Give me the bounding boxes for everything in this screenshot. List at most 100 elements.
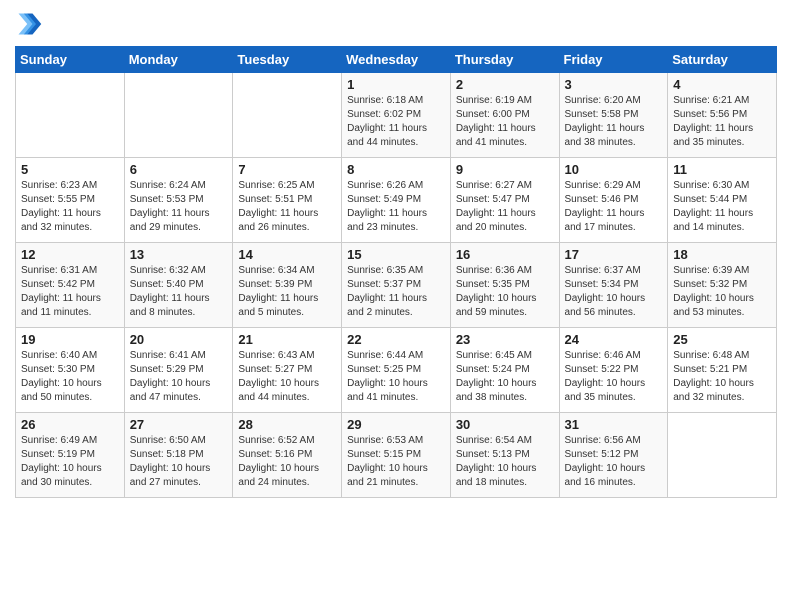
calendar-day-cell: 21 Sunrise: 6:43 AMSunset: 5:27 PMDayligh… [233,328,342,413]
day-number: 4 [673,77,771,92]
calendar-day-cell: 15 Sunrise: 6:35 AMSunset: 5:37 PMDayligh… [342,243,451,328]
day-info: Sunrise: 6:45 AMSunset: 5:24 PMDaylight:… [456,349,554,405]
day-info: Sunrise: 6:41 AMSunset: 5:29 PMDaylight:… [130,349,228,405]
day-info: Sunrise: 6:40 AMSunset: 5:30 PMDaylight:… [21,349,119,405]
calendar-day-cell: 11 Sunrise: 6:30 AMSunset: 5:44 PMDayligh… [668,158,777,243]
day-info: Sunrise: 6:52 AMSunset: 5:16 PMDaylight:… [238,434,336,490]
calendar-day-cell: 26Sunrise: 6:49 AMSunset: 5:19 PMDayligh… [16,413,125,498]
calendar-day-cell: 17 Sunrise: 6:37 AMSunset: 5:34 PMDayligh… [559,243,668,328]
weekday-header: Saturday [668,47,777,73]
calendar-day-cell: 30 Sunrise: 6:54 AMSunset: 5:13 PMDayligh… [450,413,559,498]
calendar-week-row: 19 Sunrise: 6:40 AMSunset: 5:30 PMDayligh… [16,328,777,413]
day-number: 12 [21,247,119,262]
calendar-day-cell [668,413,777,498]
calendar-day-cell: 6 Sunrise: 6:24 AMSunset: 5:53 PMDaylight… [124,158,233,243]
day-number: 3 [565,77,663,92]
calendar-day-cell: 7 Sunrise: 6:25 AMSunset: 5:51 PMDaylight… [233,158,342,243]
day-info: Sunrise: 6:36 AMSunset: 5:35 PMDaylight:… [456,264,554,320]
calendar-day-cell: 3 Sunrise: 6:20 AMSunset: 5:58 PMDaylight… [559,73,668,158]
weekday-header-row: SundayMondayTuesdayWednesdayThursdayFrid… [16,47,777,73]
calendar-day-cell: 2 Sunrise: 6:19 AMSunset: 6:00 PMDaylight… [450,73,559,158]
day-number: 28 [238,417,336,432]
calendar-week-row: 1Sunrise: 6:18 AMSunset: 6:02 PMDaylight… [16,73,777,158]
day-info: Sunrise: 6:34 AMSunset: 5:39 PMDaylight:… [238,264,336,320]
day-number: 24 [565,332,663,347]
day-number: 5 [21,162,119,177]
calendar-day-cell: 8Sunrise: 6:26 AMSunset: 5:49 PMDaylight… [342,158,451,243]
day-info: Sunrise: 6:24 AMSunset: 5:53 PMDaylight:… [130,179,228,235]
day-number: 16 [456,247,554,262]
page-header [15,10,777,38]
calendar-day-cell: 25Sunrise: 6:48 AMSunset: 5:21 PMDayligh… [668,328,777,413]
logo [15,10,47,38]
calendar-day-cell: 22 Sunrise: 6:44 AMSunset: 5:25 PMDayligh… [342,328,451,413]
day-number: 10 [565,162,663,177]
calendar-day-cell: 29Sunrise: 6:53 AMSunset: 5:15 PMDayligh… [342,413,451,498]
day-number: 17 [565,247,663,262]
day-number: 29 [347,417,445,432]
day-info: Sunrise: 6:19 AMSunset: 6:00 PMDaylight:… [456,94,554,150]
calendar-day-cell: 18 Sunrise: 6:39 AMSunset: 5:32 PMDayligh… [668,243,777,328]
day-info: Sunrise: 6:21 AMSunset: 5:56 PMDaylight:… [673,94,771,150]
weekday-header: Thursday [450,47,559,73]
day-info: Sunrise: 6:25 AMSunset: 5:51 PMDaylight:… [238,179,336,235]
calendar-day-cell [233,73,342,158]
calendar-day-cell: 5Sunrise: 6:23 AMSunset: 5:55 PMDaylight… [16,158,125,243]
day-number: 1 [347,77,445,92]
day-number: 7 [238,162,336,177]
day-number: 18 [673,247,771,262]
day-number: 11 [673,162,771,177]
calendar-day-cell: 27 Sunrise: 6:50 AMSunset: 5:18 PMDayligh… [124,413,233,498]
day-number: 30 [456,417,554,432]
day-info: Sunrise: 6:44 AMSunset: 5:25 PMDaylight:… [347,349,445,405]
calendar-day-cell: 31 Sunrise: 6:56 AMSunset: 5:12 PMDayligh… [559,413,668,498]
day-info: Sunrise: 6:43 AMSunset: 5:27 PMDaylight:… [238,349,336,405]
day-info: Sunrise: 6:29 AMSunset: 5:46 PMDaylight:… [565,179,663,235]
calendar-day-cell: 9 Sunrise: 6:27 AMSunset: 5:47 PMDaylight… [450,158,559,243]
weekday-header: Monday [124,47,233,73]
day-number: 20 [130,332,228,347]
day-number: 21 [238,332,336,347]
day-number: 31 [565,417,663,432]
day-info: Sunrise: 6:39 AMSunset: 5:32 PMDaylight:… [673,264,771,320]
day-number: 23 [456,332,554,347]
calendar-day-cell: 28 Sunrise: 6:52 AMSunset: 5:16 PMDayligh… [233,413,342,498]
day-number: 6 [130,162,228,177]
day-info: Sunrise: 6:54 AMSunset: 5:13 PMDaylight:… [456,434,554,490]
calendar-day-cell: 19 Sunrise: 6:40 AMSunset: 5:30 PMDayligh… [16,328,125,413]
calendar-week-row: 12Sunrise: 6:31 AMSunset: 5:42 PMDayligh… [16,243,777,328]
calendar-day-cell: 23 Sunrise: 6:45 AMSunset: 5:24 PMDayligh… [450,328,559,413]
calendar-week-row: 5Sunrise: 6:23 AMSunset: 5:55 PMDaylight… [16,158,777,243]
day-number: 19 [21,332,119,347]
day-number: 15 [347,247,445,262]
day-info: Sunrise: 6:56 AMSunset: 5:12 PMDaylight:… [565,434,663,490]
day-info: Sunrise: 6:48 AMSunset: 5:21 PMDaylight:… [673,349,771,405]
day-info: Sunrise: 6:50 AMSunset: 5:18 PMDaylight:… [130,434,228,490]
day-number: 13 [130,247,228,262]
day-info: Sunrise: 6:35 AMSunset: 5:37 PMDaylight:… [347,264,445,320]
weekday-header: Friday [559,47,668,73]
day-info: Sunrise: 6:20 AMSunset: 5:58 PMDaylight:… [565,94,663,150]
calendar-day-cell [124,73,233,158]
day-info: Sunrise: 6:27 AMSunset: 5:47 PMDaylight:… [456,179,554,235]
weekday-header: Wednesday [342,47,451,73]
day-info: Sunrise: 6:37 AMSunset: 5:34 PMDaylight:… [565,264,663,320]
day-number: 22 [347,332,445,347]
weekday-header: Sunday [16,47,125,73]
day-number: 2 [456,77,554,92]
day-info: Sunrise: 6:32 AMSunset: 5:40 PMDaylight:… [130,264,228,320]
calendar-week-row: 26Sunrise: 6:49 AMSunset: 5:19 PMDayligh… [16,413,777,498]
day-number: 27 [130,417,228,432]
calendar-day-cell: 16 Sunrise: 6:36 AMSunset: 5:35 PMDayligh… [450,243,559,328]
calendar-day-cell: 14 Sunrise: 6:34 AMSunset: 5:39 PMDayligh… [233,243,342,328]
day-number: 14 [238,247,336,262]
day-info: Sunrise: 6:46 AMSunset: 5:22 PMDaylight:… [565,349,663,405]
calendar-table: SundayMondayTuesdayWednesdayThursdayFrid… [15,46,777,498]
day-number: 8 [347,162,445,177]
day-info: Sunrise: 6:30 AMSunset: 5:44 PMDaylight:… [673,179,771,235]
calendar-day-cell [16,73,125,158]
calendar-day-cell: 20 Sunrise: 6:41 AMSunset: 5:29 PMDayligh… [124,328,233,413]
weekday-header: Tuesday [233,47,342,73]
day-number: 26 [21,417,119,432]
day-number: 9 [456,162,554,177]
